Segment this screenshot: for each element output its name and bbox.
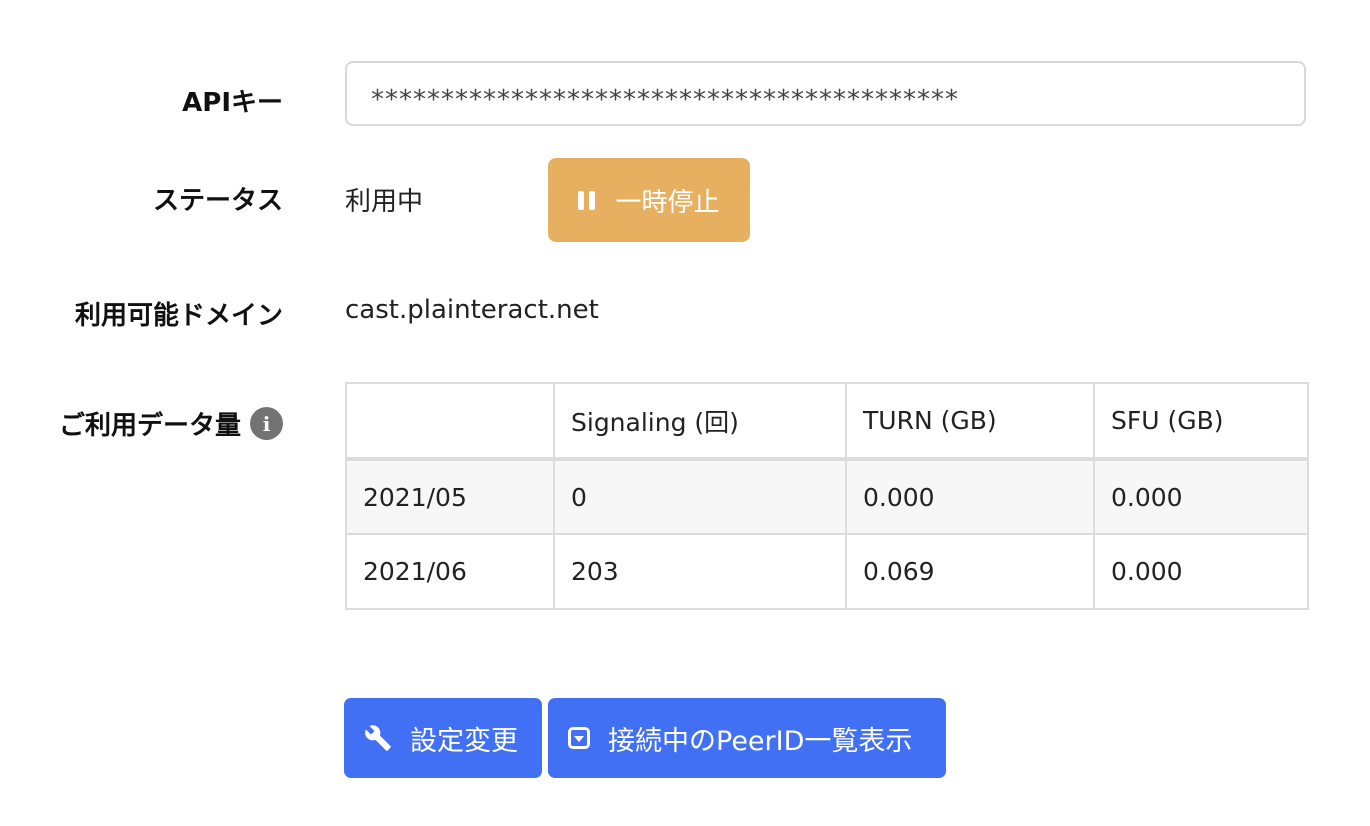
api-key-field[interactable] [345,61,1306,126]
cell-sfu: 0.000 [1093,533,1309,610]
cell-signaling: 0 [553,458,847,535]
cell-signaling: 203 [553,533,847,610]
peer-list-button[interactable]: 接続中のPeerID一覧表示 [548,698,946,778]
cell-sfu: 0.000 [1093,458,1309,535]
table-row: 2021/06 203 0.069 0.000 [345,533,1309,610]
pause-button[interactable]: 一時停止 [548,158,750,242]
caret-square-down-icon [568,727,590,749]
cell-period: 2021/05 [345,458,555,535]
status-value: 利用中 [345,187,424,217]
header-cell-turn: TURN (GB) [845,382,1095,461]
info-icon[interactable]: i [250,407,283,440]
header-cell-signaling: Signaling (回) [553,382,847,461]
wrench-icon [365,725,391,751]
cell-turn: 0.069 [845,533,1095,610]
header-cell-period [345,382,555,461]
settings-button[interactable]: 設定変更 [344,698,542,778]
table-row: 2021/05 0 0.000 0.000 [345,458,1309,535]
table-header-row: Signaling (回) TURN (GB) SFU (GB) [345,382,1309,461]
settings-button-label: 設定変更 [410,725,518,757]
usage-label-text: ご利用データ量 [58,411,241,441]
api-key-label: APIキー [182,88,283,118]
pause-icon [578,190,596,210]
usage-label: ご利用データ量 i [59,405,283,442]
domain-label: 利用可能ドメイン [74,301,283,331]
pause-button-label: 一時停止 [615,187,720,218]
cell-period: 2021/06 [345,533,555,610]
domain-value: cast.plainteract.net [345,295,599,325]
status-label: ステータス [152,186,283,216]
cell-turn: 0.000 [845,458,1095,535]
usage-table: Signaling (回) TURN (GB) SFU (GB) 2021/05… [345,382,1309,610]
header-cell-sfu: SFU (GB) [1093,382,1309,461]
peer-list-button-label: 接続中のPeerID一覧表示 [608,725,913,757]
